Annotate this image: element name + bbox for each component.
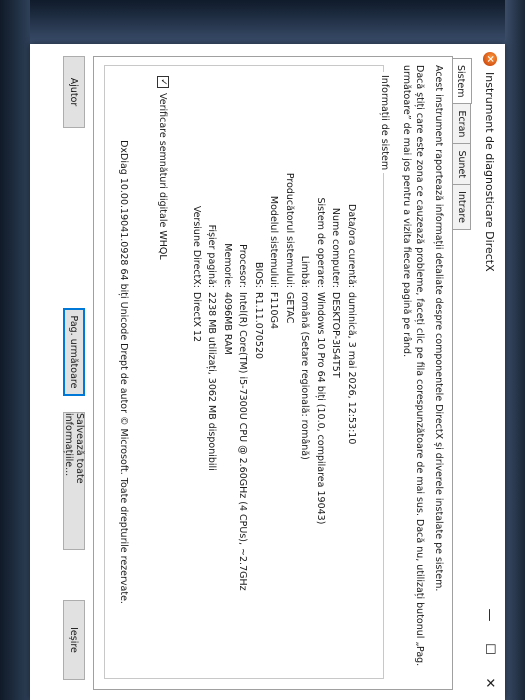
group-title: Informații de sistem (379, 72, 390, 174)
info-label: Producătorul sistemului: (283, 172, 295, 288)
info-label: Fișier pagină: (206, 224, 218, 288)
info-row-bios: BIOS: R1.11.070520 (251, 66, 267, 678)
whql-checkbox[interactable]: ✓ (157, 76, 169, 88)
info-value: GETAC (283, 292, 295, 324)
whql-label: Verificare semnături digitale WHQL (157, 93, 169, 260)
button-bar: Ajutor Pag. următoare Salvează toate inf… (45, 44, 85, 700)
info-value: R1.11.070520 (252, 292, 264, 360)
title-bar[interactable]: ✕ Instrument de diagnosticare DirectX — … (475, 44, 505, 700)
close-button[interactable]: ✕ (475, 666, 505, 700)
info-value: DirectX 12 (190, 292, 202, 343)
info-label: Modelul sistemului: (268, 195, 280, 288)
info-row-datetime: Data/ora curentă: duminică, 3 mai 2026, … (344, 66, 360, 678)
info-value: română (Setare regională: română) (299, 292, 311, 460)
info-value: duminică, 3 mai 2026, 12:53:10 (345, 292, 357, 445)
system-info-group: Informații de sistem Data/ora curentă: d… (104, 65, 390, 679)
tab-sistem[interactable]: Sistem (452, 58, 472, 105)
info-row-memory: Memorie: 4096MB RAM (220, 66, 236, 678)
exit-button[interactable]: Ieșire (63, 600, 85, 680)
info-label: Nume computer: (330, 207, 342, 288)
info-label: Procesor: (237, 244, 249, 288)
info-label: Versiune DirectX: (190, 205, 202, 288)
dxdiag-window: ✕ Instrument de diagnosticare DirectX — … (30, 44, 505, 700)
info-row-page-file: Fișier pagină: 2238 MB utilizați, 3062 M… (204, 66, 220, 678)
window-title: Instrument de diagnosticare DirectX (483, 72, 497, 272)
tab-intrare[interactable]: Intrare (453, 184, 471, 230)
maximize-button[interactable]: ☐ (475, 632, 505, 666)
directx-icon: ✕ (483, 52, 497, 66)
minimize-button[interactable]: — (475, 598, 505, 632)
info-row-directx-version: Versiune DirectX: DirectX 12 (189, 66, 205, 678)
next-page-button[interactable]: Pag. următoare (63, 308, 85, 396)
info-label: Limbă: (299, 255, 311, 288)
whql-checkbox-row[interactable]: ✓ Verificare semnături digitale WHQL (157, 76, 169, 260)
copyright-text: DxDiag 10.00.19041.0928 64 biți Unicode … (118, 140, 129, 604)
info-row-manufacturer: Producătorul sistemului: GETAC (282, 66, 298, 678)
info-row-computer-name: Nume computer: DESKTOP-3IS4T5T (328, 66, 344, 678)
info-label: Data/ora curentă: (345, 204, 357, 288)
instructions-text: Dacă știți care este zona ce cauzează pr… (401, 65, 425, 667)
tab-ecran[interactable]: Ecran (453, 103, 471, 145)
help-button[interactable]: Ajutor (63, 56, 85, 128)
info-row-language: Limbă: română (Setare regională: română) (297, 66, 313, 678)
info-label: Memorie: (221, 243, 233, 288)
info-value: F110G4 (268, 292, 280, 330)
info-value: 2238 MB utilizați, 3062 MB disponibili (206, 292, 218, 471)
info-value: Windows 10 Pro 64 biți (10.0, compilarea… (314, 292, 326, 525)
tab-bar: Sistem Ecran Sunet Intrare (452, 58, 473, 230)
tab-sunet[interactable]: Sunet (453, 143, 471, 186)
info-value: 4096MB RAM (221, 292, 233, 355)
info-label: BIOS: (252, 261, 264, 288)
screen-bezel-top (0, 0, 525, 46)
save-all-info-button[interactable]: Salvează toate informațiile... (63, 412, 85, 550)
info-value: Intel(R) Core(TM) i5-7300U CPU @ 2.60GHz… (237, 292, 249, 591)
info-row-os: Sistem de operare: Windows 10 Pro 64 biț… (313, 66, 329, 678)
intro-text: Acest instrument raportează informații d… (433, 65, 444, 592)
window-controls: — ☐ ✕ (475, 598, 505, 700)
screen-bezel-left (0, 0, 30, 700)
info-row-model: Modelul sistemului: F110G4 (266, 66, 282, 678)
tab-panel-sistem: Acest instrument raportează informații d… (93, 56, 453, 690)
info-row-processor: Procesor: Intel(R) Core(TM) i5-7300U CPU… (235, 66, 251, 678)
info-value: DESKTOP-3IS4T5T (330, 292, 342, 378)
screen-bezel-right (505, 0, 525, 700)
info-label: Sistem de operare: (314, 197, 326, 288)
system-info-table: Data/ora curentă: duminică, 3 mai 2026, … (189, 66, 360, 678)
